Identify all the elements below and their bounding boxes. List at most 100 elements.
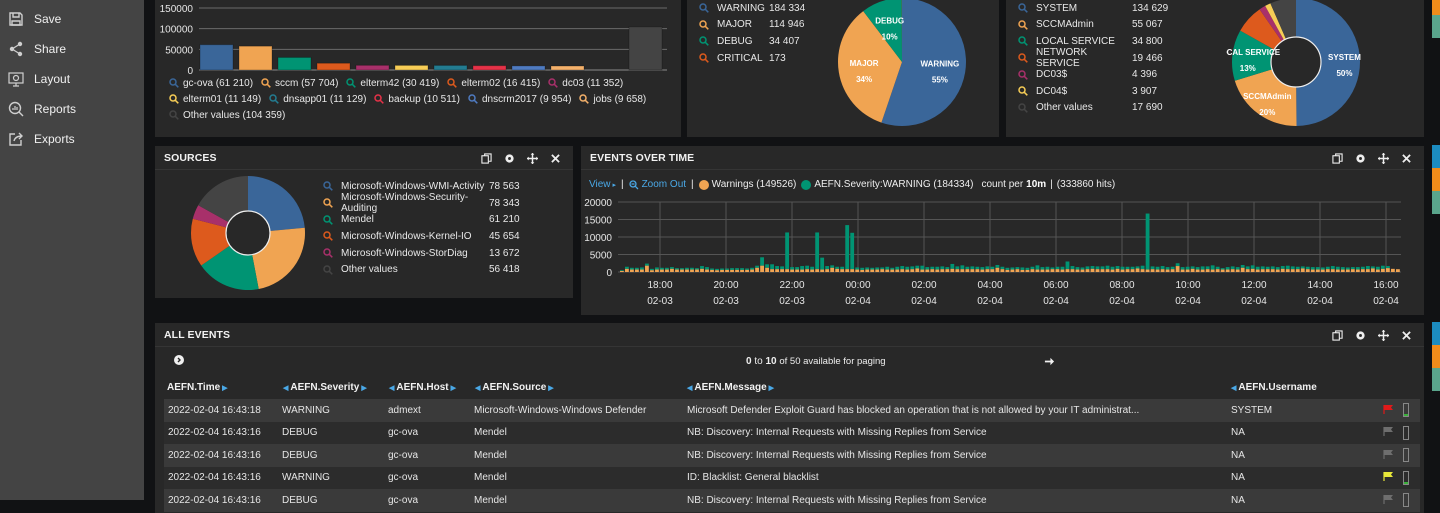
bar-warnings[interactable]: [845, 269, 849, 272]
bar-warnings[interactable]: [1036, 270, 1040, 272]
bar-severity-warning[interactable]: [955, 266, 959, 269]
bar-warnings[interactable]: [660, 270, 664, 272]
bar-warnings[interactable]: [1361, 269, 1365, 272]
bar-warnings[interactable]: [730, 270, 734, 272]
bar-warnings[interactable]: [1226, 270, 1230, 272]
bar-warnings[interactable]: [1241, 268, 1245, 272]
bar-warnings[interactable]: [1391, 269, 1395, 272]
search-icon[interactable]: [699, 36, 709, 46]
bar-severity-warning[interactable]: [1321, 267, 1325, 269]
sort-left-icon[interactable]: ◀: [389, 384, 394, 392]
bar-severity-warning[interactable]: [965, 267, 969, 269]
close-icon[interactable]: [544, 151, 567, 165]
bar-warnings[interactable]: [665, 270, 669, 272]
bar-severity-warning[interactable]: [760, 257, 764, 265]
search-icon[interactable]: [169, 78, 179, 88]
bar-warnings[interactable]: [815, 269, 819, 272]
bar-warnings[interactable]: [635, 270, 639, 272]
legend-item[interactable]: Other values17 690: [1018, 100, 1168, 117]
bar-severity-warning[interactable]: [1226, 267, 1230, 269]
bar-severity-warning[interactable]: [845, 225, 849, 269]
bar-severity-warning[interactable]: [1221, 268, 1225, 269]
gear-icon[interactable]: [498, 151, 521, 165]
bar-warnings[interactable]: [795, 270, 799, 272]
bar-warnings[interactable]: [760, 266, 764, 272]
bar-severity-warning[interactable]: [670, 267, 674, 269]
bar-warnings[interactable]: [810, 270, 814, 272]
bar-severity-warning[interactable]: [1136, 266, 1140, 268]
bar-warnings[interactable]: [1261, 269, 1265, 272]
bar-warnings[interactable]: [725, 270, 729, 272]
bar-warnings[interactable]: [1206, 269, 1210, 272]
bar-severity-warning[interactable]: [875, 267, 879, 269]
bar-severity-warning[interactable]: [620, 270, 624, 271]
search-icon[interactable]: [261, 78, 271, 88]
bar-warnings[interactable]: [1186, 270, 1190, 272]
bar-severity-warning[interactable]: [1146, 214, 1150, 270]
legend-item[interactable]: jobs (9 658): [579, 92, 646, 106]
bar-severity-warning[interactable]: [1066, 262, 1070, 270]
bar-warnings[interactable]: [750, 270, 754, 272]
bar-severity-warning[interactable]: [950, 264, 954, 269]
table-row[interactable]: 2022-02-04 16:43:16DEBUGgc-ovaMendelNB: …: [164, 489, 1420, 512]
bar-severity-warning[interactable]: [1196, 267, 1200, 269]
bar-severity-warning[interactable]: [990, 267, 994, 269]
bar-warnings[interactable]: [1201, 270, 1205, 272]
search-icon[interactable]: [1018, 103, 1028, 113]
bar-severity-warning[interactable]: [1316, 267, 1320, 269]
bar-warnings[interactable]: [1000, 269, 1004, 272]
bar-severity-warning[interactable]: [660, 268, 664, 270]
bar-severity-warning[interactable]: [720, 269, 724, 270]
search-icon[interactable]: [1018, 20, 1028, 30]
bar-severity-warning[interactable]: [770, 264, 774, 269]
bar-warnings[interactable]: [820, 270, 824, 272]
bar-severity-warning[interactable]: [900, 266, 904, 269]
bar-warnings[interactable]: [830, 268, 834, 272]
bar-warnings[interactable]: [745, 270, 749, 272]
bar-warnings[interactable]: [1266, 269, 1270, 272]
search-icon[interactable]: [374, 94, 384, 104]
bar-warnings[interactable]: [1086, 269, 1090, 272]
bar-warnings[interactable]: [770, 269, 774, 272]
bar-severity-warning[interactable]: [755, 266, 759, 268]
series-warnings-dot[interactable]: [699, 180, 709, 190]
bar-warnings[interactable]: [785, 269, 789, 272]
bar-warnings[interactable]: [1351, 269, 1355, 272]
bar-warnings[interactable]: [985, 269, 989, 272]
bar-severity-warning[interactable]: [1071, 266, 1075, 269]
bar-severity-warning[interactable]: [1176, 263, 1180, 266]
bar-warnings[interactable]: [1141, 269, 1145, 272]
bar-warnings[interactable]: [655, 270, 659, 272]
bar-warnings[interactable]: [800, 270, 804, 272]
legend-item[interactable]: dnsapp01 (11 129): [269, 92, 366, 106]
bar-warnings[interactable]: [930, 269, 934, 272]
bar-severity-warning[interactable]: [1376, 267, 1380, 270]
legend-item[interactable]: sccm (57 704): [261, 76, 338, 90]
bar-severity-warning[interactable]: [1061, 267, 1065, 270]
bar-severity-warning[interactable]: [640, 267, 644, 269]
column-header-time[interactable]: AEFN.Time▶: [167, 382, 230, 393]
bar-severity-warning[interactable]: [1356, 267, 1360, 269]
bar-severity-warning[interactable]: [1386, 266, 1390, 268]
legend-item[interactable]: gc-ova (61 210): [169, 76, 253, 90]
gear-icon[interactable]: [1349, 328, 1372, 342]
bar-severity-warning[interactable]: [1341, 267, 1345, 269]
bar-severity-warning[interactable]: [1371, 266, 1375, 268]
bar-severity-warning[interactable]: [1336, 267, 1340, 270]
legend-item[interactable]: Mendel61 210: [323, 211, 520, 228]
bar-severity-warning[interactable]: [1236, 267, 1240, 269]
bar-severity-warning[interactable]: [790, 267, 794, 269]
legend-item[interactable]: Other values (104 359): [169, 108, 285, 122]
search-icon[interactable]: [269, 94, 279, 104]
bar-severity-warning[interactable]: [655, 267, 659, 269]
bar-warnings[interactable]: [1381, 269, 1385, 272]
bar-gc-ova[interactable]: [200, 45, 233, 70]
bar-severity-warning[interactable]: [1000, 267, 1004, 269]
bar-severity-warning[interactable]: [1106, 266, 1110, 270]
bar-warnings[interactable]: [1271, 269, 1275, 272]
legend-item[interactable]: dnscrm2017 (9 954): [468, 92, 572, 106]
bar-jobs[interactable]: [551, 66, 584, 70]
bar-severity-warning[interactable]: [1016, 267, 1020, 269]
bar-warnings[interactable]: [1176, 266, 1180, 272]
bar-warnings[interactable]: [1371, 269, 1375, 273]
